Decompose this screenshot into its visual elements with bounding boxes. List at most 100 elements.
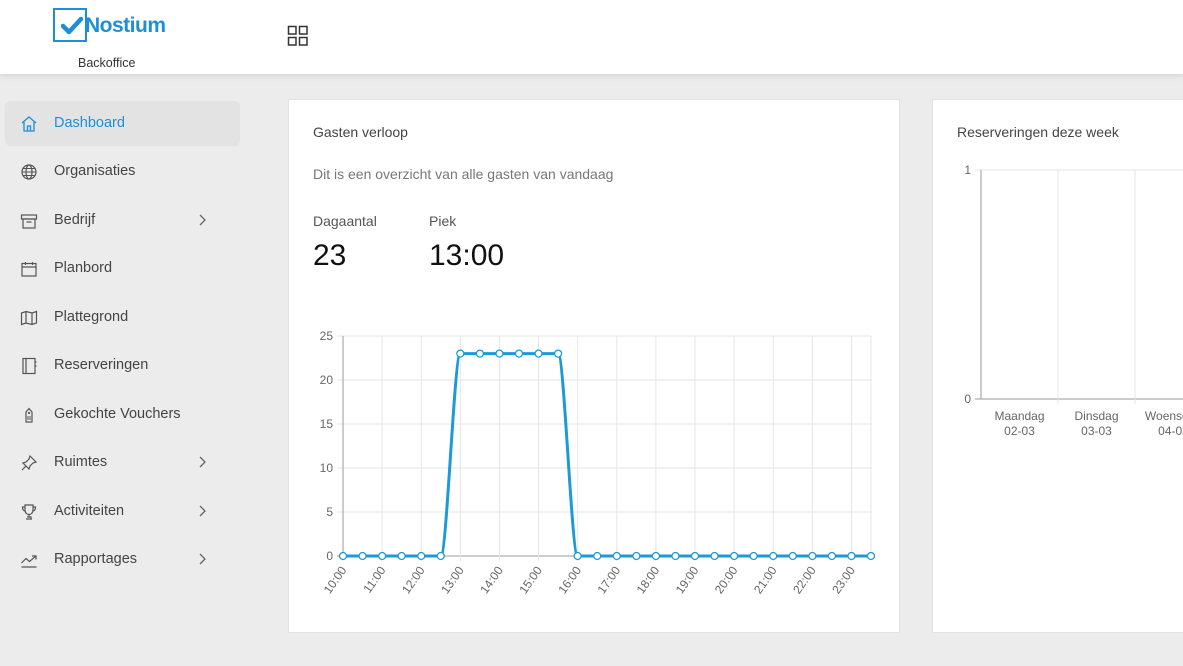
x-tick-label: 17:00	[595, 563, 624, 596]
guests-line-chart: 0 5 10 15 20 25 10:00 11:00 12:00 13:00 14:00 15:00…	[320, 329, 876, 596]
card-subtitle: Dit is een overzicht van alle gasten van…	[313, 166, 614, 182]
sidebar-item-label: Bedrijf	[54, 212, 96, 228]
book-icon	[22, 357, 37, 375]
data-point	[788, 551, 797, 561]
sidebar-item-plattegrond[interactable]: Plattegrond	[5, 295, 240, 340]
x-tick-label: 22:00	[790, 563, 819, 596]
x-tick-label: 15:00	[516, 563, 545, 596]
top-bar: Nostium Backoffice	[0, 0, 1183, 74]
data-point	[338, 551, 348, 561]
data-point	[358, 551, 367, 561]
chevron-right-icon	[199, 214, 206, 226]
sidebar-item-reserveringen[interactable]: Reserveringen	[5, 343, 240, 388]
sidebar-item-bedrijf[interactable]: Bedrijf	[5, 198, 240, 243]
sidebar-item-planbord[interactable]: Planbord	[5, 246, 240, 291]
brand-name: Nostium	[85, 14, 166, 37]
data-point	[475, 349, 485, 358]
data-point	[593, 551, 602, 561]
y-tick-label: 1	[964, 163, 971, 177]
reservations-card: Reserveringen deze week 0 1 Maandag 02-03 Di…	[932, 99, 1183, 633]
chevron-right-icon	[199, 505, 206, 517]
sidebar-item-label: Rapportages	[54, 551, 138, 567]
x-tick-label: 19:00	[673, 563, 702, 596]
x-tick-label: 20:00	[712, 563, 741, 596]
day-total-value: 23	[313, 239, 347, 272]
x-tick-label: 12:00	[399, 563, 428, 596]
check-icon	[61, 16, 83, 35]
x-tick-label: 03-03	[1081, 424, 1112, 438]
sidebar-item-label: Plattegrond	[54, 309, 129, 325]
x-tick-label: Woensdag	[1145, 409, 1183, 423]
x-tick-label: 04-03	[1158, 424, 1183, 438]
data-point	[495, 349, 504, 358]
x-tick-label: 13:00	[438, 563, 467, 596]
y-tick-label: 10	[320, 461, 334, 475]
trophy-icon	[21, 504, 37, 520]
data-point	[436, 551, 445, 561]
data-point	[456, 349, 465, 358]
sidebar-item-label: Organisaties	[54, 163, 136, 179]
y-tick-label: 25	[320, 329, 334, 343]
x-tick-label: 18:00	[634, 563, 663, 596]
trending-icon	[21, 555, 37, 568]
grid-icon[interactable]	[287, 25, 309, 47]
sidebar-item-label: Planbord	[54, 260, 113, 276]
chevron-right-icon	[199, 456, 206, 468]
x-tick-label: 11:00	[360, 563, 388, 595]
archive-icon	[20, 214, 38, 229]
peak-label: Piek	[429, 213, 457, 229]
sidebar-item-label: Dashboard	[54, 115, 125, 131]
y-tick-label: 0	[326, 549, 333, 563]
data-point	[612, 551, 621, 561]
card-title: Reserveringen deze week	[957, 124, 1119, 140]
sidebar-item-vouchers[interactable]: Gekochte Vouchers	[5, 392, 240, 437]
data-point	[671, 551, 680, 561]
sidebar: Dashboard Organisaties Bedrijf Planbord …	[0, 74, 248, 666]
sidebar-item-dashboard[interactable]: Dashboard	[5, 101, 240, 146]
x-tick-label: 16:00	[555, 563, 584, 596]
x-tick-label: 21:00	[751, 563, 780, 596]
data-point	[866, 551, 876, 561]
home-icon	[21, 116, 37, 132]
guests-card: Gasten verloop Dit is een overzicht van …	[288, 99, 900, 633]
logo-box	[53, 8, 87, 42]
data-point	[749, 551, 758, 561]
data-point	[710, 551, 719, 561]
y-tick-label: 20	[320, 373, 334, 387]
data-point	[690, 551, 700, 561]
data-point	[573, 551, 582, 561]
tag-icon	[25, 407, 33, 423]
day-total-label: Dagaantal	[313, 213, 377, 229]
peak-value: 13:00	[429, 239, 505, 272]
data-point	[534, 349, 543, 358]
x-tick-label: 02-03	[1004, 424, 1035, 438]
x-tick-label: Maandag	[994, 409, 1044, 423]
data-point	[632, 551, 641, 561]
sidebar-item-label: Ruimtes	[54, 454, 108, 470]
sidebar-item-ruimtes[interactable]: Ruimtes	[5, 440, 240, 485]
data-point	[827, 551, 837, 561]
y-tick-label: 15	[320, 417, 334, 431]
x-tick-label: 23:00	[829, 563, 858, 596]
globe-icon	[21, 164, 37, 180]
brand-logo[interactable]: Nostium	[53, 8, 173, 48]
sidebar-item-rapportages[interactable]: Rapportages	[5, 537, 240, 582]
data-point	[514, 349, 524, 358]
data-point	[729, 551, 739, 561]
pin-icon	[21, 454, 38, 471]
x-tick-label: Dinsdag	[1074, 409, 1118, 423]
data-point	[417, 551, 426, 561]
x-tick-label: 10:00	[321, 563, 350, 596]
chevron-right-icon	[199, 553, 206, 565]
data-point	[651, 551, 661, 561]
data-point	[808, 551, 817, 561]
y-tick-label: 5	[326, 505, 333, 519]
brand-subtitle: Backoffice	[78, 56, 136, 70]
card-title: Gasten verloop	[313, 124, 408, 140]
data-point	[553, 349, 563, 358]
sidebar-item-organisaties[interactable]: Organisaties	[5, 149, 240, 194]
calendar-icon	[21, 262, 37, 277]
map-icon	[20, 310, 38, 326]
data-point	[847, 551, 856, 561]
sidebar-item-activiteiten[interactable]: Activiteiten	[5, 489, 240, 534]
